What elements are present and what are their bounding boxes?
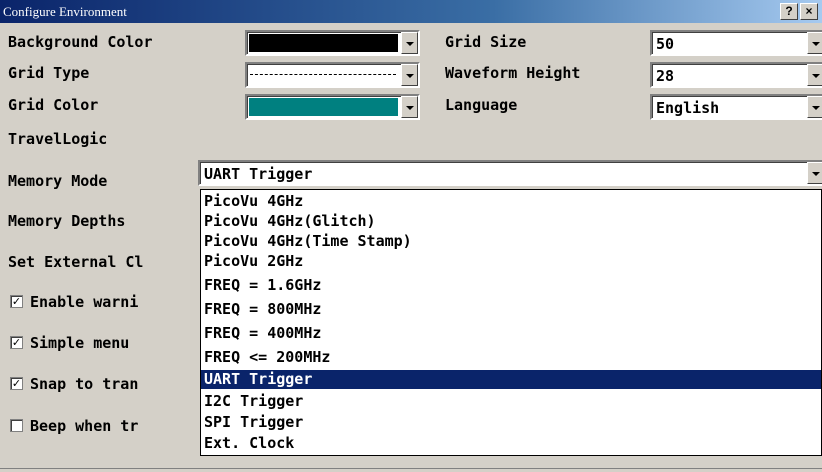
grid-size-value: 50 <box>656 35 675 53</box>
grid-type-select[interactable] <box>245 62 420 88</box>
list-item[interactable]: FREQ = 400MHz <box>201 324 821 343</box>
list-item[interactable]: PicoVu 4GHz(Time Stamp) <box>201 232 821 251</box>
chevron-down-icon[interactable] <box>807 96 822 118</box>
list-item[interactable]: FREQ = 1.6GHz <box>201 276 821 295</box>
travellogic-dropdown-list: PicoVu 4GHz PicoVu 4GHz(Glitch) PicoVu 4… <box>200 189 822 456</box>
grid-size-label: Grid Size <box>445 33 527 51</box>
list-item[interactable]: SPI Trigger <box>201 413 821 432</box>
simple-menu-label: Simple menu <box>30 334 130 352</box>
background-color-label: Background Color <box>8 33 153 51</box>
waveform-height-select[interactable]: 28 <box>650 62 822 88</box>
language-select[interactable]: English <box>650 94 822 120</box>
chevron-down-icon[interactable] <box>807 162 822 184</box>
title-bar: Configure Environment ? × <box>0 0 822 23</box>
list-item[interactable]: I2C Trigger <box>201 392 821 411</box>
background-color-select[interactable] <box>245 30 420 56</box>
close-button[interactable]: × <box>800 3 818 20</box>
chevron-down-icon[interactable] <box>401 32 418 54</box>
grid-color-label: Grid Color <box>8 96 99 114</box>
divider <box>0 468 822 469</box>
chevron-down-icon[interactable] <box>401 64 418 86</box>
language-value: English <box>656 99 720 117</box>
snap-to-transition-checkbox[interactable]: ✓ <box>10 377 23 390</box>
grid-type-label: Grid Type <box>8 64 90 82</box>
beep-when-triggered-checkbox[interactable] <box>10 419 23 432</box>
chevron-down-icon[interactable] <box>807 32 822 54</box>
enable-warnings-label: Enable warni <box>30 293 139 311</box>
dashed-line-pattern <box>250 74 396 75</box>
grid-color-swatch <box>249 98 398 116</box>
waveform-height-value: 28 <box>656 67 675 85</box>
memory-depths-label: Memory Depths <box>8 212 126 230</box>
enable-warnings-checkbox[interactable]: ✓ <box>10 295 23 308</box>
language-label: Language <box>445 96 518 114</box>
waveform-height-label: Waveform Height <box>445 64 581 82</box>
list-item[interactable]: FREQ <= 200MHz <box>201 348 821 367</box>
set-external-clock-label: Set External Cl <box>8 253 144 271</box>
simple-menu-checkbox[interactable]: ✓ <box>10 336 23 349</box>
list-item[interactable]: PicoVu 4GHz <box>201 192 821 211</box>
list-item[interactable]: PicoVu 4GHz(Glitch) <box>201 212 821 231</box>
window-title: Configure Environment <box>3 4 127 19</box>
snap-to-transition-label: Snap to tran <box>30 375 139 393</box>
list-item[interactable]: PicoVu 2GHz <box>201 252 821 271</box>
chevron-down-icon[interactable] <box>807 64 822 86</box>
grid-color-select[interactable] <box>245 94 420 120</box>
memory-mode-label: Memory Mode <box>8 172 108 190</box>
travellogic-value: UART Trigger <box>204 165 313 183</box>
background-color-swatch <box>249 34 398 52</box>
beep-when-triggered-label: Beep when tr <box>30 417 139 435</box>
help-button[interactable]: ? <box>780 3 798 20</box>
travellogic-label: TravelLogic <box>8 130 108 148</box>
list-item[interactable]: Ext. Clock <box>201 434 821 453</box>
list-item[interactable]: FREQ = 800MHz <box>201 300 821 319</box>
chevron-down-icon[interactable] <box>401 96 418 118</box>
grid-size-select[interactable]: 50 <box>650 30 822 56</box>
travellogic-select[interactable]: UART Trigger <box>198 160 822 186</box>
list-item-selected[interactable]: UART Trigger <box>201 370 821 389</box>
